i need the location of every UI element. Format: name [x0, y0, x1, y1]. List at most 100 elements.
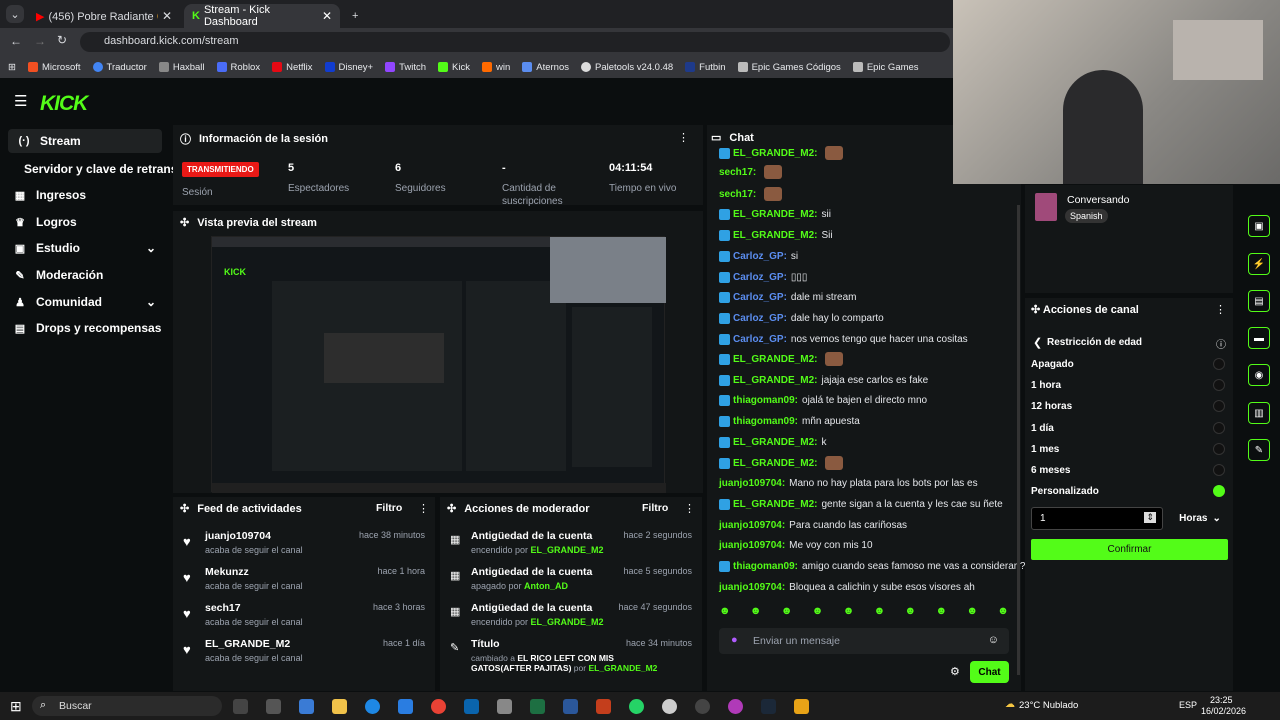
chat-username[interactable]: EL_GRANDE_M2: — [733, 375, 817, 386]
sidebar-item-moderacion[interactable]: ✎ Moderación — [0, 263, 170, 287]
feed-user[interactable]: Mekunzz — [205, 566, 249, 578]
custom-duration-input[interactable]: 1 ⇕ — [1031, 507, 1163, 530]
sidebar-item-ingresos[interactable]: ▦ Ingresos — [0, 183, 170, 207]
clock-date[interactable]: 16/02/2026 — [1201, 706, 1246, 716]
radio-button[interactable] — [1213, 443, 1225, 455]
emote-icon[interactable]: ☻ — [935, 605, 947, 621]
bookmark[interactable]: Kick — [438, 62, 470, 73]
taskbar-search[interactable]: ⌕ Buscar — [32, 696, 222, 716]
chat-username[interactable]: thiagoman09: — [733, 395, 798, 406]
emote-icon[interactable]: ☻ — [719, 605, 731, 621]
send-chat-button[interactable]: Chat — [970, 661, 1009, 683]
scrollbar[interactable] — [1017, 205, 1020, 675]
chat-username[interactable]: juanjo109704: — [719, 478, 785, 489]
age-option[interactable]: Personalizado — [1031, 482, 1231, 500]
radio-button[interactable] — [1213, 422, 1225, 434]
chat-username[interactable]: juanjo109704: — [719, 582, 785, 593]
chat-username[interactable]: thiagoman09: — [733, 561, 798, 572]
chat-username[interactable]: EL_GRANDE_M2: — [733, 437, 817, 448]
reload-icon[interactable]: ↻ — [57, 33, 67, 47]
sidebar-item-estudio[interactable]: ▣ Estudio ⌄ — [0, 236, 170, 260]
emote-icon[interactable]: ☻ — [843, 605, 855, 621]
more-icon[interactable]: ⋮ — [1215, 303, 1226, 316]
apps-icon[interactable]: ⊞ — [8, 62, 16, 73]
rail-button-1[interactable]: ▣ — [1248, 215, 1270, 237]
app-icon[interactable] — [728, 699, 743, 714]
unit-select[interactable]: Horas ⌄ — [1170, 507, 1230, 530]
chat-username[interactable]: juanjo109704: — [719, 540, 785, 551]
confirm-button[interactable]: Confirmar — [1031, 539, 1228, 560]
chat-input[interactable]: ● Enviar un mensaje ☺ — [719, 628, 1009, 654]
sidebar-item-drops[interactable]: ▤ Drops y recompensas — [0, 316, 170, 340]
close-icon[interactable]: ✕ — [322, 9, 332, 23]
bookmark[interactable]: Aternos — [522, 62, 569, 73]
copilot-icon[interactable] — [299, 699, 314, 714]
chat-username[interactable]: Carloz_GP: — [733, 251, 787, 262]
bookmark[interactable]: Twitch — [385, 62, 426, 73]
action-user[interactable]: EL_GRANDE_M2 — [531, 545, 604, 555]
task-view-icon[interactable] — [233, 699, 248, 714]
age-option[interactable]: 12 horas — [1031, 397, 1231, 415]
word-icon[interactable] — [563, 699, 578, 714]
bookmark[interactable]: Microsoft — [27, 62, 81, 73]
chat-username[interactable]: EL_GRANDE_M2: — [733, 148, 817, 159]
chat-username[interactable]: EL_GRANDE_M2: — [733, 458, 817, 469]
feed-user[interactable]: juanjo109704 — [205, 530, 271, 542]
chat-username[interactable]: Carloz_GP: — [733, 313, 787, 324]
stepper-icon[interactable]: ⇕ — [1144, 512, 1156, 523]
action-user[interactable]: EL_GRANDE_M2 — [531, 617, 604, 627]
obs-icon[interactable] — [695, 699, 710, 714]
gear-icon[interactable]: ⚙ — [950, 665, 960, 678]
age-option[interactable]: 1 día — [1031, 419, 1231, 437]
bookmark[interactable]: Epic Games Códigos — [737, 62, 841, 73]
hamburger-menu-icon[interactable]: ☰ — [14, 92, 27, 110]
age-option[interactable]: 6 meses — [1031, 461, 1231, 479]
chat-username[interactable]: sech17: — [719, 189, 756, 200]
tab-search-button[interactable]: ⌄ — [6, 5, 24, 23]
close-icon[interactable]: ✕ — [162, 9, 172, 23]
powerpoint-icon[interactable] — [596, 699, 611, 714]
filter-button[interactable]: Filtro — [376, 502, 402, 514]
back-chevron-icon[interactable]: ❮ — [1033, 336, 1042, 349]
calculator-icon[interactable] — [497, 699, 512, 714]
app-icon[interactable] — [794, 699, 809, 714]
emote-icon[interactable]: ☻ — [966, 605, 978, 621]
chat-username[interactable]: thiagoman09: — [733, 416, 798, 427]
sidebar-item-logros[interactable]: ♛ Logros — [0, 210, 170, 234]
rail-button-7[interactable]: ✎ — [1248, 439, 1270, 461]
action-user[interactable]: Anton_AD — [524, 581, 568, 591]
bookmark[interactable]: Traductor — [92, 62, 147, 73]
outlook-icon[interactable] — [464, 699, 479, 714]
bookmark[interactable]: win — [481, 62, 510, 73]
radio-button[interactable] — [1213, 400, 1225, 412]
store-icon[interactable] — [398, 699, 413, 714]
file-explorer-icon[interactable] — [332, 699, 347, 714]
bookmark[interactable]: Futbin — [685, 62, 726, 73]
mic-icon[interactable]: ● — [731, 634, 738, 646]
chrome-icon[interactable] — [431, 699, 446, 714]
emote-icon[interactable]: ☻ — [997, 605, 1009, 621]
rail-button-5[interactable]: ◉ — [1248, 364, 1270, 386]
more-icon[interactable]: ⋮ — [418, 502, 429, 515]
rail-button-2[interactable]: ⚡ — [1248, 253, 1270, 275]
rail-button-3[interactable]: ▤ — [1248, 290, 1270, 312]
radio-button[interactable] — [1213, 379, 1225, 391]
windows-start-icon[interactable]: ⊞ — [10, 698, 22, 715]
rail-button-6[interactable]: ▥ — [1248, 402, 1270, 424]
chat-username[interactable]: sech17: — [719, 167, 756, 178]
steam-icon[interactable] — [761, 699, 776, 714]
emote-icon[interactable]: ☻ — [905, 605, 917, 621]
age-option[interactable]: 1 mes — [1031, 440, 1231, 458]
chat-username[interactable]: EL_GRANDE_M2: — [733, 499, 817, 510]
stream-preview-video[interactable]: KICK — [211, 236, 666, 493]
emote-icon[interactable]: ☻ — [874, 605, 886, 621]
feed-user[interactable]: sech17 — [205, 602, 241, 614]
more-icon[interactable]: ⋮ — [678, 131, 689, 144]
tab-kick-dashboard[interactable]: K Stream - Kick Dashboard ✕ — [184, 4, 340, 28]
info-icon[interactable]: ⓘ — [1216, 336, 1226, 351]
sidebar-item-stream[interactable]: (·) Stream — [8, 129, 162, 153]
bookmark[interactable]: Haxball — [158, 62, 205, 73]
chat-username[interactable]: EL_GRANDE_M2: — [733, 209, 817, 220]
chat-username[interactable]: Carloz_GP: — [733, 334, 787, 345]
filter-button[interactable]: Filtro — [642, 502, 668, 514]
